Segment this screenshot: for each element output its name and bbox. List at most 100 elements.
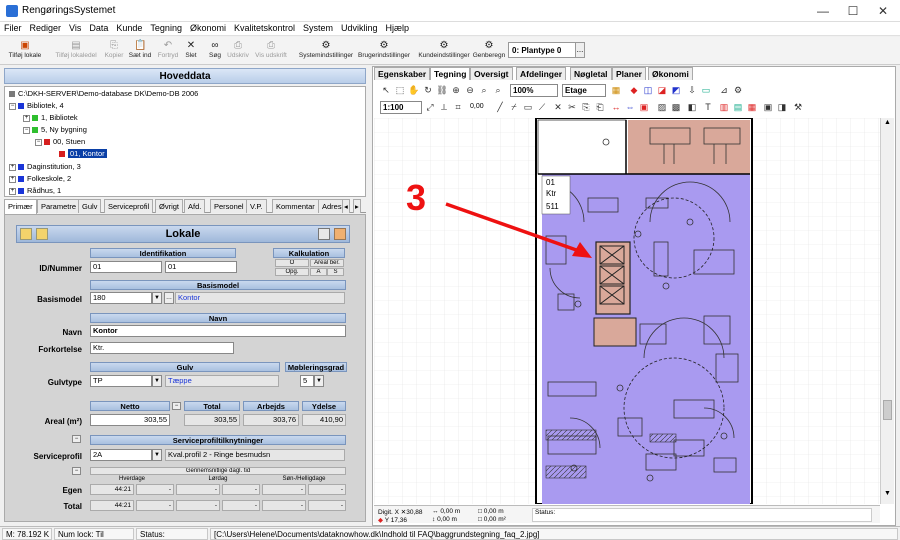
scale-select[interactable]: 1:100 bbox=[380, 101, 422, 114]
menu-data[interactable]: Data bbox=[85, 22, 112, 34]
legend-icon[interactable]: ▦ bbox=[746, 100, 758, 114]
ortho-icon[interactable]: ⟂ bbox=[438, 100, 450, 114]
tab-vp[interactable]: V.P. bbox=[246, 199, 267, 213]
measure-icon[interactable]: ⊿ bbox=[718, 83, 730, 97]
systemindstillinger-button[interactable]: ⚙ Systemindstillinger bbox=[298, 39, 354, 63]
cut-icon[interactable]: ✂ bbox=[566, 100, 578, 114]
report-icon[interactable]: ◨ bbox=[776, 100, 788, 114]
tab-kommentar[interactable]: Kommentar bbox=[272, 199, 319, 213]
vis-udskrift-button[interactable]: ⎙ Vis udskrift bbox=[253, 39, 289, 63]
floor-plan-icon[interactable]: ◪ bbox=[656, 83, 668, 97]
dimension-icon[interactable]: ⇔ bbox=[624, 100, 636, 114]
expand-icon[interactable]: + bbox=[9, 163, 16, 171]
tab-scroll-right-icon[interactable]: ▸ bbox=[353, 199, 361, 213]
gulvtype-select[interactable]: TP bbox=[90, 375, 152, 387]
tools-icon[interactable]: ⚒ bbox=[792, 100, 804, 114]
tab-parametre[interactable]: Parametre bbox=[37, 199, 81, 213]
zoom-window-icon[interactable]: ⌕ bbox=[478, 83, 490, 97]
draw-line-icon[interactable]: ╱ bbox=[494, 100, 506, 114]
folder-icon[interactable] bbox=[20, 228, 32, 240]
export-icon[interactable]: ▭ bbox=[700, 83, 712, 97]
hatch-icon[interactable]: ▨ bbox=[656, 100, 668, 114]
basismodel-more-button[interactable]: … bbox=[164, 292, 174, 304]
area-icon[interactable]: ▣ bbox=[638, 100, 650, 114]
tab-personel[interactable]: Personel bbox=[210, 199, 248, 213]
settings-icon[interactable]: ⚙ bbox=[732, 83, 744, 97]
tree-item-daginstitution[interactable]: + Daginstitution, 3 bbox=[9, 162, 81, 171]
scroll-down-icon[interactable]: ▼ bbox=[882, 490, 893, 500]
tree-item-kontor[interactable]: 01, Kontor bbox=[59, 149, 107, 158]
tab-oekonomi[interactable]: Økonomi bbox=[648, 67, 693, 80]
tab-afd[interactable]: Afd. bbox=[184, 199, 206, 213]
collapse-icon[interactable]: − bbox=[9, 102, 16, 110]
tider-toggle-button[interactable]: − bbox=[72, 467, 81, 475]
furniture-icon[interactable]: ▥ bbox=[718, 100, 730, 114]
minimize-button[interactable]: — bbox=[808, 0, 838, 22]
props-icon[interactable]: ▣ bbox=[762, 100, 774, 114]
calculator-icon[interactable] bbox=[318, 228, 330, 240]
edit-icon[interactable] bbox=[334, 228, 346, 240]
drawing-canvas[interactable]: 01 Ktr 511 3 bbox=[374, 118, 880, 504]
label-icon[interactable]: ▤ bbox=[732, 100, 744, 114]
measure-line-icon[interactable]: ↔ bbox=[610, 100, 622, 114]
id-field-1[interactable]: 01 bbox=[90, 261, 162, 273]
tree-item-stuen[interactable]: −00, Stuen bbox=[35, 137, 85, 146]
copy-shape-icon[interactable]: ⎘ bbox=[580, 100, 592, 114]
netto-toggle-button[interactable]: − bbox=[172, 402, 181, 410]
paste-shape-icon[interactable]: ⎗ bbox=[594, 100, 606, 114]
menu-system[interactable]: System bbox=[299, 22, 337, 34]
tab-egenskaber[interactable]: Egenskaber bbox=[374, 67, 431, 80]
building-plan-icon[interactable]: ◩ bbox=[670, 83, 682, 97]
serviceprofil-select[interactable]: 2A bbox=[90, 449, 152, 461]
import-icon[interactable]: ⇩ bbox=[686, 83, 698, 97]
soeg-button[interactable]: ∞ Søg bbox=[206, 39, 224, 63]
etage-select[interactable]: Etage bbox=[562, 84, 606, 97]
map-icon[interactable]: ▦ bbox=[610, 83, 622, 97]
open-icon[interactable] bbox=[36, 228, 48, 240]
tree-item-bibliotek[interactable]: − Bibliotek, 4 bbox=[9, 101, 64, 110]
tree-item-raadhus[interactable]: + Rådhus, 1 bbox=[9, 186, 61, 195]
link-icon[interactable]: ⛓ bbox=[436, 83, 448, 97]
zoom-out-icon[interactable]: ⊖ bbox=[464, 83, 476, 97]
plantype-select[interactable]: 0: Plantype 0 bbox=[508, 42, 580, 58]
layers-icon[interactable]: ◫ bbox=[642, 83, 654, 97]
tab-oevrigt[interactable]: Øvrigt bbox=[155, 199, 184, 213]
tilfoej-lokaledel-button[interactable]: ▤ Tilføj lokaledel bbox=[50, 39, 102, 63]
scroll-thumb[interactable] bbox=[883, 400, 892, 420]
saet-ind-button[interactable]: 📋 Sæt ind bbox=[126, 39, 154, 63]
navn-field[interactable]: Kontor bbox=[90, 325, 346, 337]
symbol-icon[interactable]: ◧ bbox=[686, 100, 698, 114]
slet-button[interactable]: ✕ Slet bbox=[182, 39, 200, 63]
moeblering-select[interactable]: 5 bbox=[300, 375, 314, 387]
tab-tegning[interactable]: Tegning bbox=[430, 67, 471, 80]
tab-serviceprofil[interactable]: Serviceprofil bbox=[104, 199, 154, 213]
rotate-icon[interactable]: ↻ bbox=[422, 83, 434, 97]
kundeindstillinger-button[interactable]: ⚙ Kundeindstillinger bbox=[418, 39, 470, 63]
collapse-icon[interactable]: − bbox=[23, 126, 30, 134]
tab-afdelinger[interactable]: Afdelinger bbox=[516, 67, 567, 80]
menu-tegning[interactable]: Tegning bbox=[146, 22, 186, 34]
tab-planer[interactable]: Planer bbox=[612, 67, 646, 80]
chevron-down-icon[interactable]: ▼ bbox=[152, 375, 162, 387]
menu-udvikling[interactable]: Udvikling bbox=[337, 22, 382, 34]
tree-root[interactable]: C:\DKH-SERVER\Demo-database DK\Demo-DB 2… bbox=[9, 89, 198, 98]
expand-icon[interactable]: + bbox=[9, 187, 16, 195]
split-icon[interactable]: ⟋ bbox=[536, 100, 548, 114]
id-field-2[interactable]: 01 bbox=[165, 261, 237, 273]
tilfoej-lokale-button[interactable]: ▣ Tilføj lokale bbox=[4, 39, 46, 63]
tab-scroll-left-icon[interactable]: ◂ bbox=[342, 199, 350, 213]
zoom-in-icon[interactable]: ⊕ bbox=[450, 83, 462, 97]
chevron-down-icon[interactable]: ▼ bbox=[314, 375, 324, 387]
plantype-more-button[interactable]: ... bbox=[575, 42, 585, 58]
udskriv-button[interactable]: ⎙ Udskriv bbox=[225, 39, 251, 63]
tab-gulv[interactable]: Gulv bbox=[78, 199, 102, 213]
tab-primaer[interactable]: Primær bbox=[4, 199, 37, 214]
menu-filer[interactable]: Filer bbox=[0, 22, 26, 34]
tree-item-bibliotek-1[interactable]: +1, Bibliotek bbox=[23, 113, 78, 122]
tree-item-folkeskole[interactable]: + Folkeskole, 2 bbox=[9, 174, 71, 183]
close-button[interactable]: ✕ bbox=[868, 0, 898, 22]
basismodel-select[interactable]: 180 bbox=[90, 292, 152, 304]
serviceprofil-toggle-button[interactable]: − bbox=[72, 435, 81, 443]
zoom-fit-icon[interactable]: ⌕ bbox=[492, 83, 504, 97]
vertical-scrollbar[interactable]: ▲ ▼ bbox=[880, 118, 894, 504]
